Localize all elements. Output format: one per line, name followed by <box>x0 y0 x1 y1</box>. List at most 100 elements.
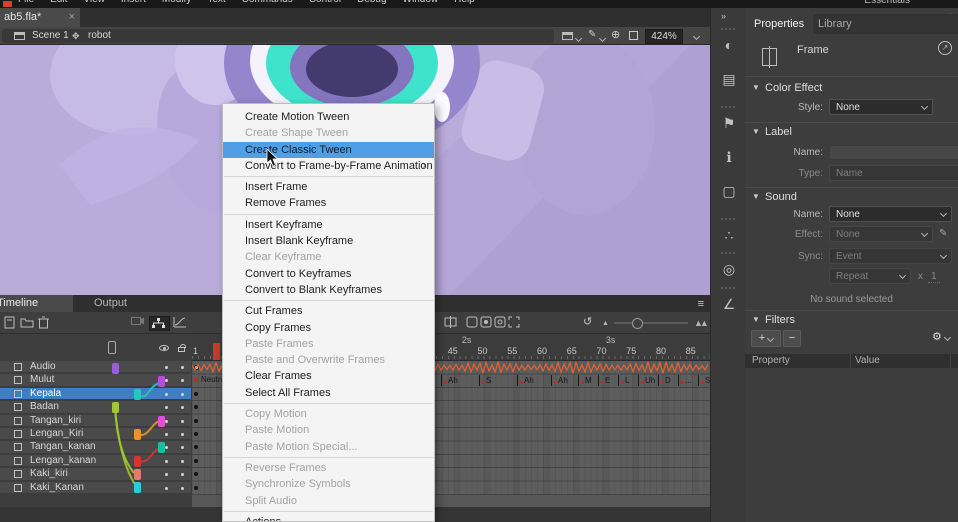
frame1-keyframe-tangan_kanan[interactable] <box>194 445 198 449</box>
layer-lock-dot[interactable] <box>181 460 184 463</box>
menu-item-select-all-frames[interactable]: Select All Frames <box>223 385 434 401</box>
frame1-keyframe-lengan_kiri[interactable] <box>194 432 198 436</box>
menu-item-copy-frames[interactable]: Copy Frames <box>223 320 434 336</box>
menu-item-convert-to-keyframes[interactable]: Convert to Keyframes <box>223 266 434 282</box>
layer-visibility-dot[interactable] <box>165 406 168 409</box>
playhead[interactable] <box>213 343 220 360</box>
disclosure-triangle-icon[interactable]: ▼ <box>752 127 760 136</box>
layer-name[interactable]: Tangan_kiri <box>30 415 81 427</box>
layer-name[interactable]: Lengan_Kiri <box>30 428 83 440</box>
menu-edit[interactable]: Edit <box>50 0 67 5</box>
frame1-keyframe-kaki_kanan[interactable] <box>194 486 198 490</box>
layer-lock-dot[interactable] <box>181 393 184 396</box>
menu-item-copy-motion[interactable]: Copy Motion <box>223 406 434 422</box>
tab-timeline[interactable]: Timeline <box>0 295 73 312</box>
delete-layer-button[interactable] <box>38 316 52 329</box>
menu-item-actions[interactable]: Actions <box>223 514 434 522</box>
layer-row-tangan_kiri[interactable]: Tangan_kiri <box>0 415 191 427</box>
layer-visibility-dot[interactable] <box>165 473 168 476</box>
layer-row-kaki_kanan[interactable]: Kaki_Kanan <box>0 482 191 494</box>
layer-name[interactable]: Kaki_kiri <box>30 468 68 480</box>
center-playhead-button[interactable] <box>444 316 458 329</box>
layer-lock-dot[interactable] <box>181 379 184 382</box>
layer-visibility-dot[interactable] <box>165 420 168 423</box>
graph-view-button[interactable] <box>173 316 187 329</box>
frame1-keyframe-badan[interactable] <box>194 405 198 409</box>
menu-item-convert-to-blank-keyframes[interactable]: Convert to Blank Keyframes <box>223 282 434 298</box>
menu-item-create-classic-tween[interactable]: Create Classic Tween <box>223 142 434 158</box>
menu-item-clear-frames[interactable]: Clear Frames <box>223 368 434 384</box>
loop-button[interactable] <box>466 316 480 329</box>
menu-control[interactable]: Control <box>309 0 341 5</box>
layer-visibility-dot[interactable] <box>165 446 168 449</box>
frame1-keyframe-lengan_kanan[interactable] <box>194 459 198 463</box>
layer-row-lengan_kanan[interactable]: Lengan_kanan <box>0 455 191 467</box>
filter-options-button[interactable]: ⚙ <box>928 330 954 347</box>
timeline-panel-menu-icon[interactable]: ≡ <box>698 298 704 310</box>
menu-help[interactable]: Help <box>454 0 475 5</box>
disclosure-triangle-icon[interactable]: ▼ <box>752 83 760 92</box>
breadcrumb-symbol[interactable]: robot <box>88 30 111 41</box>
menu-item-clear-keyframe[interactable]: Clear Keyframe <box>223 249 434 265</box>
frame1-keyframe-tangan_kiri[interactable] <box>194 419 198 423</box>
camera-button[interactable] <box>131 316 145 329</box>
edit-scene-button[interactable] <box>562 32 573 40</box>
menu-commands[interactable]: Commands <box>242 0 293 5</box>
timeline-zoom-slider-knob[interactable] <box>632 318 643 329</box>
label-name-input[interactable] <box>829 145 958 160</box>
layer-row-tangan_kanan[interactable]: Tangan_kanan <box>0 441 191 453</box>
menu-item-remove-frames[interactable]: Remove Frames <box>223 195 434 211</box>
tab-output[interactable]: Output <box>84 295 137 312</box>
reset-zoom-icon[interactable]: ↺ <box>583 316 592 329</box>
menu-item-create-shape-tween[interactable]: Create Shape Tween <box>223 125 434 141</box>
transform-panel-icon[interactable]: ▢ <box>720 182 738 200</box>
sound-name-dropdown[interactable]: None <box>829 206 952 222</box>
layer-name[interactable]: Lengan_kanan <box>30 455 96 467</box>
menu-item-cut-frames[interactable]: Cut Frames <box>223 303 434 319</box>
close-tab-icon[interactable]: × <box>69 8 75 27</box>
sound-effect-dropdown[interactable]: None <box>829 226 933 242</box>
tab-library[interactable]: Library <box>809 14 861 34</box>
menu-item-paste-and-overwrite-frames[interactable]: Paste and Overwrite Frames <box>223 352 434 368</box>
edit-scene-chevron-icon[interactable] <box>575 35 582 42</box>
section-filters[interactable]: ▼ Filters <box>745 314 958 330</box>
timeline-zoom-slider[interactable] <box>614 322 688 324</box>
zoom-level-field[interactable]: 424% <box>645 29 683 44</box>
layer-lock-dot[interactable] <box>181 487 184 490</box>
disclosure-triangle-icon[interactable]: ▼ <box>752 192 760 201</box>
edit-sound-envelope-icon[interactable]: ✎ <box>939 228 947 239</box>
layer-row-badan[interactable]: Badan <box>0 401 191 413</box>
layer-lock-dot[interactable] <box>181 446 184 449</box>
frame1-keyframe-mulut[interactable] <box>194 378 198 382</box>
layer-name[interactable]: Kaki_Kanan <box>30 482 84 494</box>
menu-item-paste-motion-special[interactable]: Paste Motion Special... <box>223 439 434 455</box>
layer-visibility-dot[interactable] <box>165 366 168 369</box>
menu-item-reverse-frames[interactable]: Reverse Frames <box>223 460 434 476</box>
new-folder-button[interactable] <box>20 316 34 329</box>
layer-name[interactable]: Kepala <box>30 388 61 400</box>
layer-row-kepala[interactable]: Kepala <box>0 388 191 400</box>
section-color-effect[interactable]: ▼ Color Effect <box>745 82 958 98</box>
menu-text[interactable]: Text <box>207 0 225 5</box>
disclosure-triangle-icon[interactable]: ▼ <box>752 315 760 324</box>
menu-item-insert-frame[interactable]: Insert Frame <box>223 179 434 195</box>
layer-row-audio[interactable]: Audio <box>0 361 191 373</box>
frame1-keyframe-kepala[interactable] <box>194 392 198 396</box>
edit-multiple-frames-button[interactable] <box>508 316 522 329</box>
parenting-view-button[interactable] <box>149 316 170 331</box>
menu-insert[interactable]: Insert <box>121 0 146 5</box>
remove-filter-button[interactable]: − <box>783 330 801 347</box>
lock-column-icon[interactable] <box>178 347 185 352</box>
section-sound[interactable]: ▼ Sound <box>745 191 958 207</box>
color-panel-icon[interactable]: ◐ <box>720 36 738 54</box>
motion-editor-icon[interactable]: ∠ <box>720 295 738 313</box>
layer-row-mulut[interactable]: Mulut <box>0 374 191 386</box>
label-type-dropdown[interactable]: Name <box>829 165 958 181</box>
edit-symbols-chevron-icon[interactable] <box>599 35 606 42</box>
layer-lock-dot[interactable] <box>181 473 184 476</box>
edit-symbols-button[interactable]: ✎ <box>588 29 596 40</box>
layer-visibility-dot[interactable] <box>165 487 168 490</box>
menu-item-insert-blank-keyframe[interactable]: Insert Blank Keyframe <box>223 233 434 249</box>
menu-item-paste-frames[interactable]: Paste Frames <box>223 336 434 352</box>
sound-repeat-dropdown[interactable]: Repeat <box>829 268 911 284</box>
